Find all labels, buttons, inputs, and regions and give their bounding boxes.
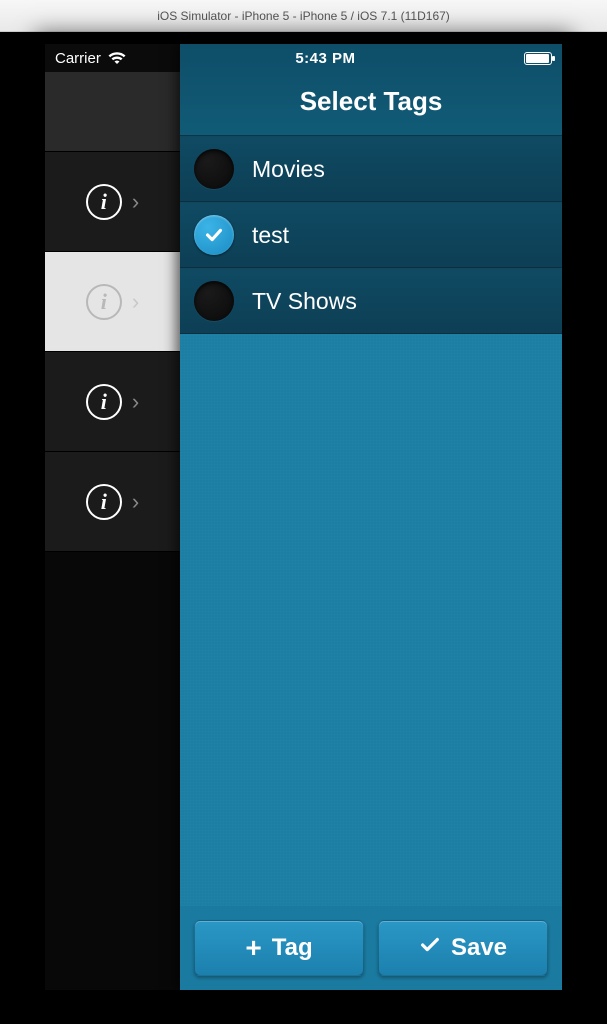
tag-label: Movies (252, 156, 325, 183)
add-tag-label: Tag (272, 934, 313, 962)
info-icon: i (86, 184, 122, 220)
check-icon (419, 934, 441, 963)
panel-title: Select Tags (300, 86, 443, 116)
screen: Carrier 5:43 PM i›i›i›i› (45, 44, 562, 990)
sidebar: i›i›i›i› (45, 72, 180, 990)
add-tag-button[interactable]: + Tag (194, 920, 364, 976)
chevron-right-icon: › (132, 189, 139, 215)
tag-row[interactable]: test (180, 202, 562, 268)
sidebar-item[interactable]: i› (45, 152, 180, 252)
info-icon: i (86, 284, 122, 320)
battery-icon (524, 52, 552, 65)
checkbox-unchecked-icon[interactable] (194, 281, 234, 321)
plus-icon: + (245, 934, 261, 962)
status-bar: Carrier 5:43 PM (45, 44, 562, 72)
tag-label: test (252, 222, 289, 249)
tag-row[interactable]: TV Shows (180, 268, 562, 334)
panel-footer: + Tag Save (180, 906, 562, 990)
info-icon: i (86, 484, 122, 520)
save-button[interactable]: Save (378, 920, 548, 976)
status-left: Carrier (55, 50, 127, 67)
sidebar-header-spacer (45, 72, 180, 152)
panel-body (180, 334, 562, 906)
save-label: Save (451, 934, 507, 962)
checkbox-checked-icon[interactable] (194, 215, 234, 255)
sidebar-background (45, 552, 180, 990)
info-icon: i (86, 384, 122, 420)
simulator-title: iOS Simulator - iPhone 5 - iPhone 5 / iO… (157, 9, 450, 23)
sidebar-item[interactable]: i› (45, 252, 180, 352)
chevron-right-icon: › (132, 489, 139, 515)
tag-list: Movies test TV Shows (180, 136, 562, 334)
carrier-label: Carrier (55, 50, 101, 67)
wifi-icon (107, 51, 127, 65)
tag-row[interactable]: Movies (180, 136, 562, 202)
chevron-right-icon: › (132, 389, 139, 415)
sidebar-item[interactable]: i› (45, 452, 180, 552)
chevron-right-icon: › (132, 289, 139, 315)
simulator-titlebar: iOS Simulator - iPhone 5 - iPhone 5 / iO… (0, 0, 607, 32)
sidebar-item[interactable]: i› (45, 352, 180, 452)
device-frame: Carrier 5:43 PM i›i›i›i› (35, 32, 572, 1002)
select-tags-panel: Select Tags Movies test TV Shows + Tag Sav… (180, 44, 562, 990)
checkbox-unchecked-icon[interactable] (194, 149, 234, 189)
tag-label: TV Shows (252, 288, 357, 315)
status-time: 5:43 PM (295, 50, 355, 67)
